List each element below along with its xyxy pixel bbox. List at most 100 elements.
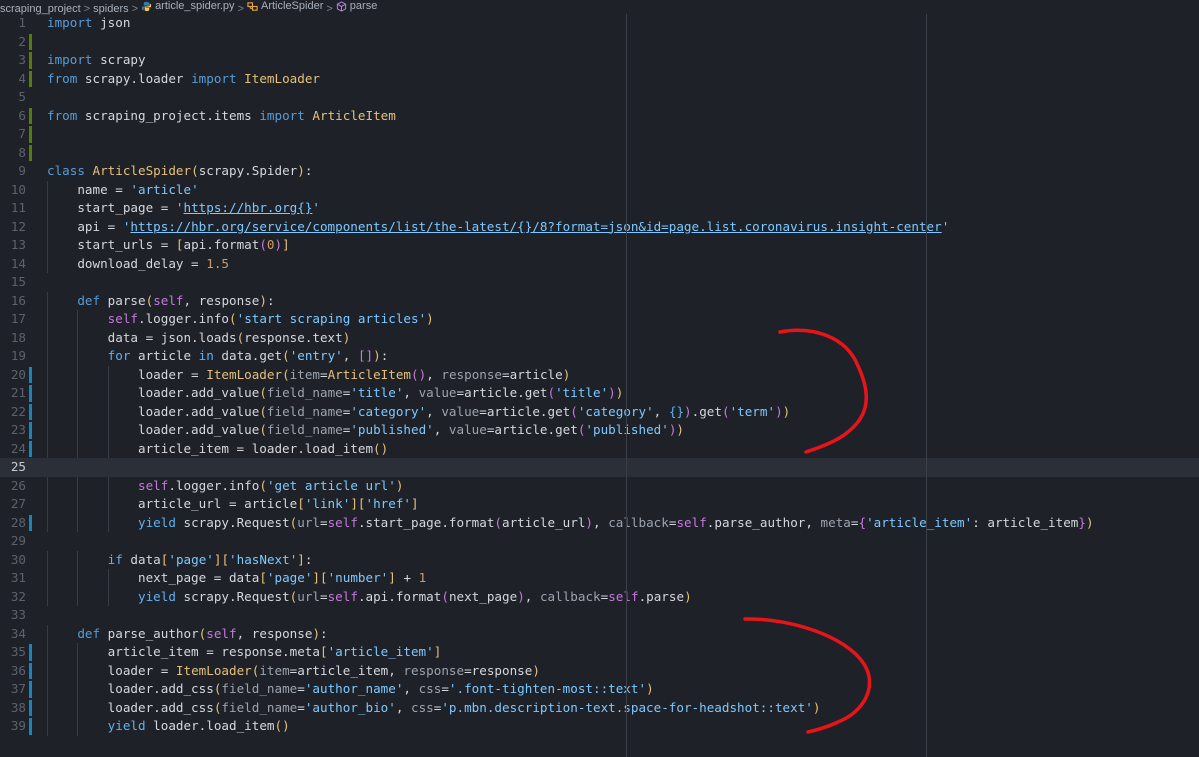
line-number[interactable]: 36 bbox=[0, 662, 26, 681]
code-line[interactable]: 23 loader.add_value(field_name='publishe… bbox=[0, 421, 1199, 440]
git-added-marker[interactable] bbox=[29, 144, 32, 161]
code-text[interactable]: loader.add_css(field_name='author_name',… bbox=[47, 680, 654, 699]
code-line[interactable]: 1 import json bbox=[0, 14, 1199, 33]
line-number[interactable]: 4 bbox=[0, 70, 26, 89]
code-text[interactable]: import scrapy bbox=[47, 51, 146, 70]
git-added-marker[interactable] bbox=[29, 70, 32, 87]
code-text[interactable]: class ArticleSpider(scrapy.Spider): bbox=[47, 162, 312, 181]
code-line[interactable]: 14 download_delay = 1.5 bbox=[0, 254, 1199, 274]
git-added-marker[interactable] bbox=[29, 126, 32, 143]
code-text[interactable]: download_delay = 1.5 bbox=[47, 255, 229, 274]
git-modified-marker[interactable] bbox=[29, 718, 32, 735]
code-text[interactable]: name = 'article' bbox=[47, 181, 198, 200]
git-modified-marker[interactable] bbox=[29, 422, 32, 439]
code-text[interactable]: self.logger.info('start scraping article… bbox=[47, 310, 434, 329]
code-text[interactable]: article_item = response.meta['article_it… bbox=[47, 643, 442, 662]
code-text[interactable]: loader.add_value(field_name='category', … bbox=[47, 403, 790, 422]
line-number[interactable]: 35 bbox=[0, 643, 26, 662]
line-number[interactable]: 16 bbox=[0, 292, 26, 311]
breadcrumb-item-class[interactable]: ArticleSpider bbox=[247, 0, 323, 13]
code-text[interactable]: loader = ItemLoader(item=article_item, r… bbox=[47, 662, 540, 681]
code-line[interactable]: 26 self.logger.info('get article url') bbox=[0, 476, 1199, 496]
code-line[interactable]: 33 bbox=[0, 606, 1199, 625]
code-text[interactable]: self.logger.info('get article url') bbox=[47, 477, 403, 496]
line-number[interactable]: 28 bbox=[0, 514, 26, 533]
line-number[interactable]: 22 bbox=[0, 403, 26, 422]
code-line[interactable]: 18 data = json.loads(response.text) bbox=[0, 328, 1199, 348]
code-line[interactable]: 4 from scrapy.loader import ItemLoader bbox=[0, 70, 1199, 89]
line-number[interactable]: 10 bbox=[0, 181, 26, 200]
code-line[interactable]: 8 bbox=[0, 144, 1199, 163]
line-number[interactable]: 26 bbox=[0, 477, 26, 496]
line-number[interactable]: 33 bbox=[0, 606, 26, 625]
code-text[interactable]: article_item = loader.load_item() bbox=[47, 440, 388, 459]
code-editor[interactable]: 1 import json 2 3 import scrapy 4 from scrapy.… bbox=[0, 14, 1199, 757]
line-number[interactable]: 31 bbox=[0, 569, 26, 588]
code-line[interactable]: 19 for article in data.get('entry', []): bbox=[0, 347, 1199, 366]
code-text[interactable]: import json bbox=[47, 14, 130, 33]
git-modified-marker[interactable] bbox=[29, 403, 32, 420]
git-modified-marker[interactable] bbox=[29, 681, 32, 698]
line-number[interactable]: 12 bbox=[0, 218, 26, 237]
line-number[interactable]: 38 bbox=[0, 699, 26, 718]
line-number[interactable]: 2 bbox=[0, 33, 26, 52]
code-text[interactable]: start_page = 'https://hbr.org{}' bbox=[47, 199, 320, 218]
code-line[interactable]: 30 if data['page']['hasNext']: bbox=[0, 550, 1199, 569]
code-text[interactable]: data = json.loads(response.text) bbox=[47, 329, 351, 348]
git-modified-marker[interactable] bbox=[29, 366, 32, 383]
line-number[interactable]: 24 bbox=[0, 440, 26, 459]
code-line[interactable]: 25 bbox=[0, 458, 1199, 477]
code-line[interactable]: 34 def parse_author(self, response): bbox=[0, 624, 1199, 643]
git-added-marker[interactable] bbox=[29, 52, 32, 69]
line-number[interactable]: 19 bbox=[0, 347, 26, 366]
code-line[interactable]: 20 loader = ItemLoader(item=ArticleItem(… bbox=[0, 365, 1199, 385]
code-line[interactable]: 3 import scrapy bbox=[0, 51, 1199, 70]
code-line[interactable]: 22 loader.add_value(field_name='category… bbox=[0, 402, 1199, 422]
code-text[interactable]: article_url = article['link']['href'] bbox=[47, 495, 419, 514]
code-text[interactable]: loader = ItemLoader(item=ArticleItem(), … bbox=[47, 366, 570, 385]
code-line[interactable]: 11 start_page = 'https://hbr.org{}' bbox=[0, 199, 1199, 218]
code-line[interactable]: 7 bbox=[0, 125, 1199, 144]
line-number[interactable]: 39 bbox=[0, 717, 26, 736]
code-line[interactable]: 21 loader.add_value(field_name='title', … bbox=[0, 384, 1199, 403]
line-number[interactable]: 3 bbox=[0, 51, 26, 70]
line-number[interactable]: 17 bbox=[0, 310, 26, 329]
code-text[interactable]: next_page = data['page']['number'] + 1 bbox=[47, 569, 426, 588]
line-number[interactable]: 6 bbox=[0, 107, 26, 126]
line-number[interactable]: 5 bbox=[0, 88, 26, 107]
code-line[interactable]: 2 bbox=[0, 33, 1199, 52]
code-text[interactable]: loader.add_value(field_name='published',… bbox=[47, 421, 684, 440]
code-line[interactable]: 17 self.logger.info('start scraping arti… bbox=[0, 310, 1199, 329]
line-number[interactable]: 13 bbox=[0, 236, 26, 255]
line-number[interactable]: 37 bbox=[0, 680, 26, 699]
code-line[interactable]: 36 loader = ItemLoader(item=article_item… bbox=[0, 661, 1199, 681]
breadcrumb-item-file[interactable]: article_spider.py bbox=[141, 0, 235, 13]
code-text[interactable]: api = 'https://hbr.org/service/component… bbox=[47, 218, 949, 237]
code-line[interactable]: 16 def parse(self, response): bbox=[0, 291, 1199, 311]
line-number[interactable]: 9 bbox=[0, 162, 26, 181]
code-line[interactable]: 24 article_item = loader.load_item() bbox=[0, 439, 1199, 459]
line-number[interactable]: 8 bbox=[0, 144, 26, 163]
git-modified-marker[interactable] bbox=[29, 644, 32, 661]
code-text[interactable]: start_urls = [api.format(0)] bbox=[47, 236, 289, 255]
line-number[interactable]: 7 bbox=[0, 125, 26, 144]
breadcrumb-item-method[interactable]: parse bbox=[336, 0, 377, 13]
code-text[interactable]: yield scrapy.Request(url=self.api.format… bbox=[47, 588, 692, 607]
line-number[interactable]: 20 bbox=[0, 366, 26, 385]
line-number[interactable]: 14 bbox=[0, 255, 26, 274]
line-number[interactable]: 29 bbox=[0, 532, 26, 551]
git-added-marker[interactable] bbox=[29, 107, 32, 124]
code-text[interactable]: from scrapy.loader import ItemLoader bbox=[47, 70, 320, 89]
line-number[interactable]: 25 bbox=[0, 458, 26, 477]
git-modified-marker[interactable] bbox=[29, 514, 32, 531]
line-number[interactable]: 18 bbox=[0, 329, 26, 348]
code-line[interactable]: 10 name = 'article' bbox=[0, 180, 1199, 200]
code-line[interactable]: 12 api = 'https://hbr.org/service/compon… bbox=[0, 217, 1199, 237]
line-number[interactable]: 32 bbox=[0, 588, 26, 607]
code-line[interactable]: 38 loader.add_css(field_name='author_bio… bbox=[0, 698, 1199, 718]
code-line[interactable]: 13 start_urls = [api.format(0)] bbox=[0, 236, 1199, 255]
code-text[interactable]: yield loader.load_item() bbox=[47, 717, 290, 736]
code-line[interactable]: 35 article_item = response.meta['article… bbox=[0, 643, 1199, 662]
code-text[interactable]: from scraping_project.items import Artic… bbox=[47, 107, 396, 126]
code-line[interactable]: 32 yield scrapy.Request(url=self.api.for… bbox=[0, 587, 1199, 607]
